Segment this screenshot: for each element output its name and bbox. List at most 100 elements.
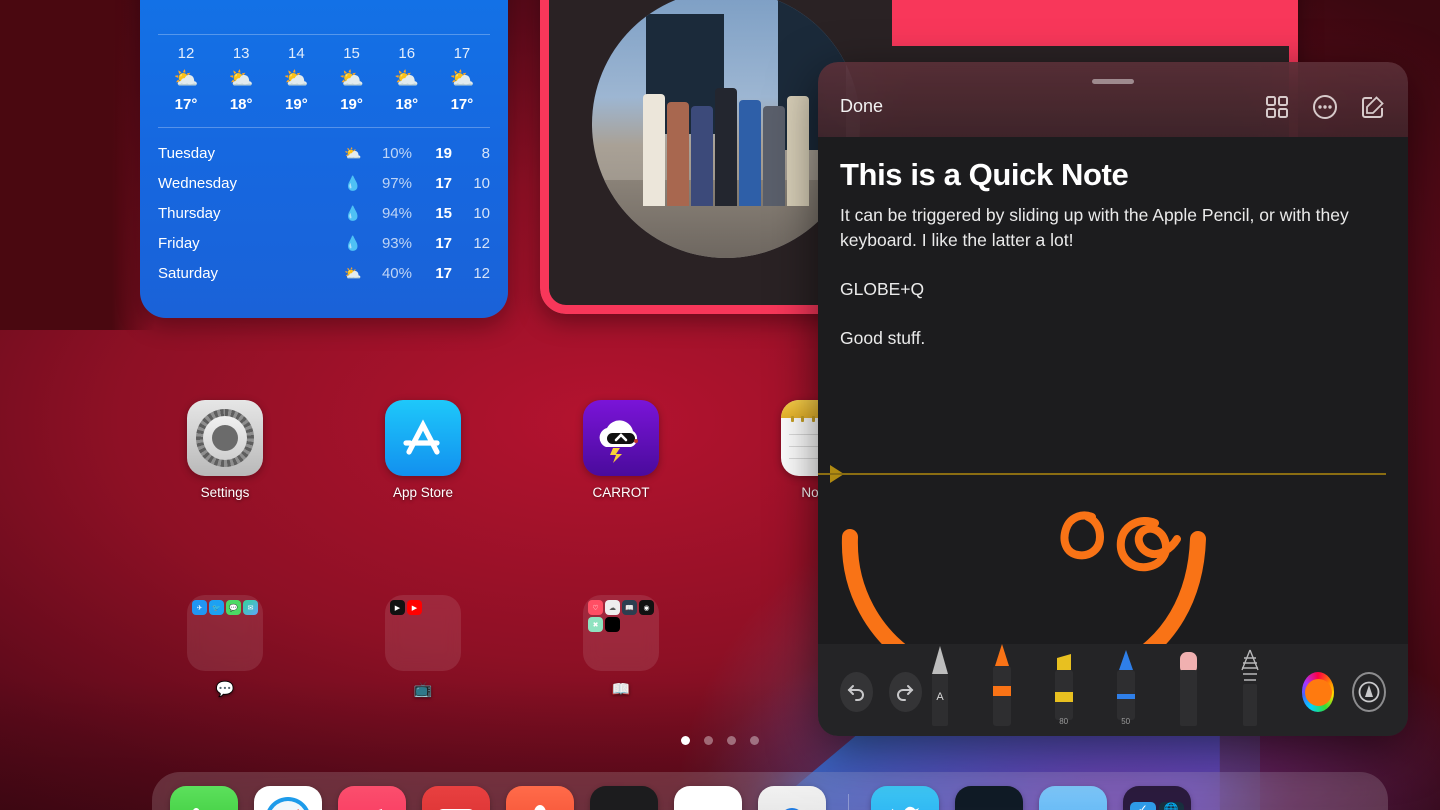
eraser-tool[interactable] — [1170, 644, 1206, 728]
more-options-icon[interactable] — [1312, 94, 1338, 120]
page-dot-4[interactable] — [750, 736, 759, 745]
weather-day-name: Saturday — [158, 264, 219, 282]
weather-hour-temp: 18° — [395, 96, 419, 113]
weather-hour-column: 13 ⛅ 18° — [217, 45, 265, 113]
app-store-icon — [385, 400, 461, 476]
app-label-app-store: App Store — [392, 485, 454, 500]
page-dots[interactable] — [0, 736, 1440, 745]
dock-icon-podcasts[interactable] — [506, 786, 574, 810]
dock-icon-twitter[interactable] — [871, 786, 939, 810]
lasso-tool[interactable] — [1232, 644, 1268, 728]
folder-label-reading: 📖 — [611, 681, 631, 698]
weather-day-row: Wednesday 💧 97% 17 10 — [158, 168, 490, 198]
recently-played-card[interactable]: RECENTLY PLAYED Lynyrd Skynyrd — [892, 0, 1298, 46]
quick-note-header: Done — [818, 62, 1408, 137]
album-art-figure — [763, 106, 785, 206]
dock-icon-finder[interactable] — [758, 786, 826, 810]
fountain-pen-tool[interactable]: A — [922, 644, 958, 728]
weather-day-row: Friday 💧 93% 17 12 — [158, 228, 490, 258]
weather-day-high: 17 — [435, 264, 452, 282]
undo-icon[interactable] — [840, 672, 873, 712]
redo-icon[interactable] — [888, 672, 922, 712]
weather-hour-temp: 17° — [450, 96, 474, 113]
dock-separator — [848, 794, 849, 810]
weather-day-low: 12 — [473, 234, 490, 252]
dock-icon-pcalc[interactable] — [955, 786, 1023, 810]
panel-grabber-handle[interactable] — [1092, 79, 1134, 84]
page-dot-2[interactable] — [704, 736, 713, 745]
done-button[interactable]: Done — [840, 96, 883, 117]
weather-hour-column: 17 ⛅ 17° — [438, 45, 486, 113]
svg-text:A: A — [936, 691, 944, 703]
weather-widget[interactable]: ⛅ 16 Stockholm 12⛅17°13⛅18°14⛅19°15⛅19°1… — [140, 0, 508, 318]
dock: ✓ 🌐 — [152, 772, 1388, 810]
weather-precip-pct: 97% — [381, 174, 412, 192]
weather-precip-pct: 94% — [381, 204, 412, 222]
folder-reading[interactable]: ♡ ☁ 📖 ◉ ✖ 📖 — [561, 595, 681, 698]
quick-note-body[interactable]: This is a Quick Note It can be triggered… — [818, 137, 1408, 644]
highlighter-tool[interactable]: 80 — [1046, 644, 1082, 728]
dock-icon-mail[interactable] — [674, 786, 742, 810]
app-label-carrot: CARROT — [592, 485, 650, 500]
note-paragraph-3: Good stuff. — [840, 328, 926, 348]
weather-hour-icon: ⛅ — [173, 68, 199, 90]
grid-view-icon[interactable] — [1264, 94, 1290, 120]
weather-hour-column: 14 ⛅ 19° — [272, 45, 320, 113]
weather-day-high: 15 — [435, 204, 452, 222]
weather-hour-icon: ⛅ — [283, 68, 309, 90]
compose-note-icon[interactable] — [1360, 94, 1386, 120]
marker-tool[interactable] — [984, 644, 1020, 728]
note-title: This is a Quick Note — [840, 157, 1129, 192]
color-picker-wheel[interactable] — [1301, 672, 1335, 712]
weather-divider-mid — [158, 127, 490, 128]
folder-tv[interactable]: ▶ ▶ 📺 — [363, 595, 483, 698]
weather-hour-temp: 18° — [229, 96, 253, 113]
weather-hour-temp: 19° — [285, 96, 308, 113]
dock-icon-youtube[interactable] — [422, 786, 490, 810]
weather-precip-icon: ⛅ — [344, 144, 362, 161]
note-paragraph-2: GLOBE+Q — [840, 279, 925, 299]
dock-icon-phone[interactable] — [170, 786, 238, 810]
album-art-figure — [787, 96, 809, 206]
weather-hour-temp: 17° — [174, 96, 198, 113]
folder-preview-grid: ▶ ▶ — [385, 595, 461, 671]
weather-hourly-forecast: 12 ⛅ 17° 13 ⛅ 18° 14 ⛅ 19° 15 ⛅ 19° 16 ⛅ 18° 17 ⛅ 17° — [158, 45, 490, 113]
album-art-figure — [739, 100, 761, 206]
weather-day-name: Thursday — [158, 204, 221, 222]
app-icon-app-store[interactable]: App Store — [363, 400, 483, 500]
folder-preview-grid: ♡ ☁ 📖 ◉ ✖ — [583, 595, 659, 671]
album-art-figure — [691, 106, 713, 206]
app-icon-settings[interactable]: Settings — [165, 400, 285, 500]
pen-tool[interactable]: 50 — [1108, 644, 1144, 728]
weather-precip-icon: ⛅ — [344, 264, 362, 281]
weather-day-low: 12 — [473, 264, 490, 282]
folder-messaging[interactable]: ✈ 🐦 💬 ✉ 💬 — [165, 595, 285, 698]
weather-hour-column: 16 ⛅ 18° — [383, 45, 431, 113]
page-dot-3[interactable] — [727, 736, 736, 745]
weather-current-temp: 16 — [210, 0, 267, 6]
weather-precip-icon: 💧 — [344, 204, 362, 221]
weather-hour-temp: 19° — [340, 96, 363, 113]
dock-icon-music[interactable] — [338, 786, 406, 810]
weather-day-name: Wednesday — [158, 174, 237, 192]
weather-hour-label: 13 — [232, 45, 250, 62]
handwritten-smiley-drawing — [841, 511, 1206, 644]
dock-icon-photos[interactable] — [590, 786, 658, 810]
pen-size-label: 50 — [1121, 717, 1131, 726]
weather-day-high: 19 — [435, 144, 452, 162]
album-art-figure — [667, 102, 689, 206]
dock-icon-safari[interactable] — [254, 786, 322, 810]
weather-hour-label: 12 — [177, 45, 195, 62]
dock-icon-shortcuts[interactable]: ✓ 🌐 — [1123, 786, 1191, 810]
selected-color-swatch — [1304, 678, 1332, 706]
markup-toolbar: A 80 50 — [818, 644, 1408, 736]
quick-note-panel[interactable]: Done This is a Quick Note It can be trig… — [818, 62, 1408, 736]
carrot-weather-icon — [583, 400, 659, 476]
app-icon-carrot[interactable]: CARROT — [561, 400, 681, 500]
weather-precip-pct: 10% — [381, 144, 412, 162]
add-markup-icon[interactable] — [1352, 672, 1387, 712]
page-dot-1[interactable] — [681, 736, 690, 745]
weather-hour-column: 15 ⛅ 19° — [328, 45, 376, 113]
dock-icon-files[interactable] — [1039, 786, 1107, 810]
weather-day-low: 8 — [481, 144, 490, 162]
